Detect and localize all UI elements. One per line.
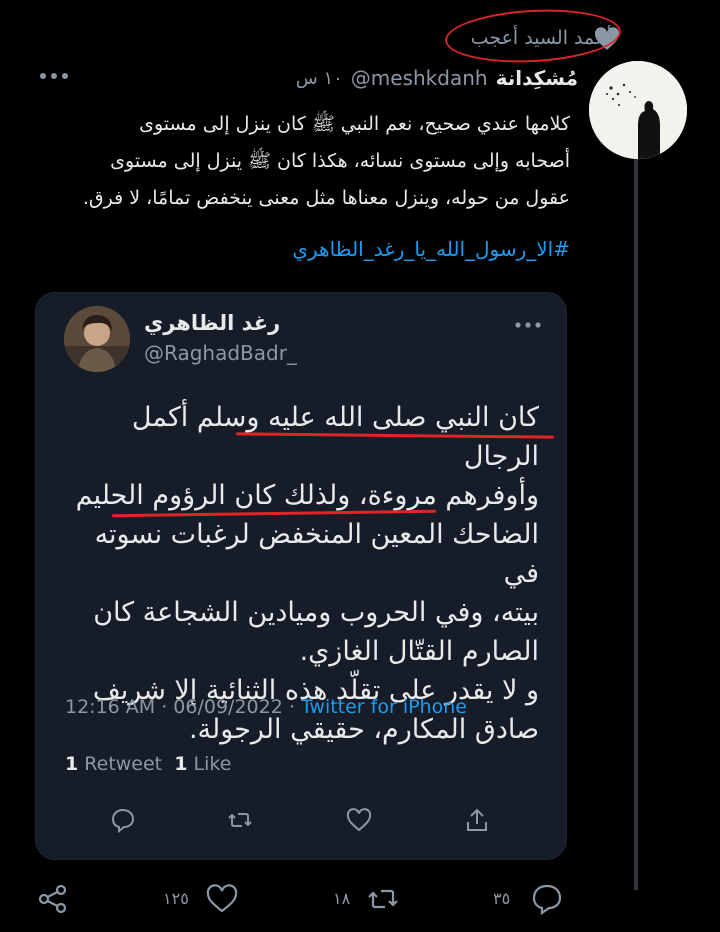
retweet-icon[interactable] bbox=[366, 882, 400, 916]
quoted-author-avatar bbox=[64, 306, 130, 372]
share-icon[interactable] bbox=[36, 882, 70, 916]
author-handle[interactable]: @meshkdanh bbox=[351, 66, 488, 90]
share-icon bbox=[467, 808, 487, 831]
retweet-label: Retweet bbox=[84, 753, 163, 775]
quoted-author-name: رغد الظاهري bbox=[144, 311, 281, 335]
reply-count: ٣٥ bbox=[493, 889, 511, 908]
tweet-text-line: عقول من حوله، وينزل معناها مثل معنى ينخف… bbox=[82, 187, 570, 209]
quoted-text-line: وأوفرهم مروءة، ولذلك كان الرؤوم الحليم bbox=[75, 480, 539, 511]
reply-icon bbox=[111, 808, 135, 834]
tweet-time[interactable]: ١٠ س bbox=[296, 68, 343, 89]
more-options-icon[interactable] bbox=[38, 66, 70, 86]
author-name[interactable]: مُشكِدانة bbox=[496, 66, 578, 90]
quoted-tweet-meta: 12:16 AM · 06/09/2022 · Twitter for iPho… bbox=[65, 696, 467, 718]
like-icon bbox=[346, 808, 372, 832]
retweet-icon bbox=[228, 813, 252, 827]
tweet-text: كلامها عندي صحيح، نعم النبي ﷺ كان ينزل إ… bbox=[30, 106, 570, 217]
tweet-text-line: كلامها عندي صحيح، نعم النبي ﷺ كان ينزل إ… bbox=[139, 113, 570, 135]
thread-line bbox=[634, 130, 638, 890]
tweet-text-line: أصحابه وإلى مستوى نسائه، هكذا كان ﷺ ينزل… bbox=[110, 150, 570, 172]
red-circle-annotation bbox=[443, 5, 622, 67]
retweet-count: ١٨ bbox=[333, 889, 351, 908]
quoted-text-line: بيته، وفي الحروب وميادين الشجاعة كان bbox=[93, 597, 539, 628]
like-count: ١٢٥ bbox=[163, 889, 189, 908]
quoted-timestamp: 12:16 AM · 06/09/2022 · bbox=[65, 696, 301, 718]
like-label: Like bbox=[193, 753, 232, 775]
hashtag-link[interactable]: #الا_رسول_الله_يا_رغد_الظاهري bbox=[292, 237, 570, 261]
like-icon[interactable] bbox=[205, 882, 239, 916]
quoted-source: Twitter for iPhone bbox=[300, 696, 467, 718]
quoted-author-handle: @RaghadBadr_ bbox=[144, 341, 297, 365]
quoted-text-line: الضاحك المعين المنخفض لرغبات نسوته في bbox=[94, 519, 539, 589]
liked-by-label: أحمد السيد أعجب bbox=[443, 5, 622, 67]
tweet-header: مُشكِدانة @meshkdanh ١٠ س bbox=[296, 64, 578, 92]
more-options-icon bbox=[515, 322, 541, 328]
retweet-count: 1 bbox=[65, 753, 79, 775]
quoted-tweet-stats: 1 Retweet 1 Like bbox=[65, 753, 231, 775]
like-count: 1 bbox=[174, 753, 188, 775]
avatar-silhouette bbox=[589, 61, 687, 159]
quoted-tweet-screenshot[interactable]: رغد الظاهري @RaghadBadr_ كان النبي صلى ا… bbox=[35, 292, 567, 860]
avatar-photo bbox=[64, 306, 130, 372]
reply-icon[interactable] bbox=[530, 882, 564, 916]
author-avatar[interactable] bbox=[589, 61, 687, 159]
quoted-text-line: الصارم القتّال الغازي. bbox=[299, 636, 539, 667]
